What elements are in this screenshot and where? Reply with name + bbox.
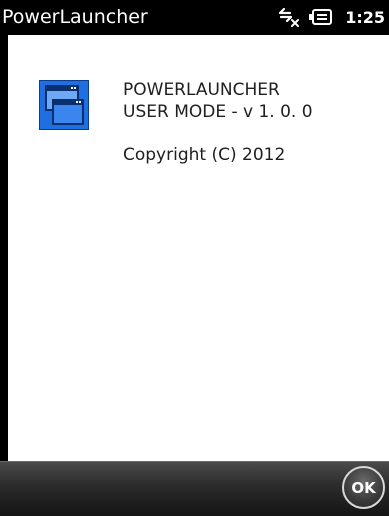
about-text: POWERLAUNCHER USER MODE - v 1. 0. 0 Copy…	[123, 79, 313, 166]
status-icons: 1:25	[277, 6, 385, 28]
clock: 1:25	[345, 7, 385, 27]
copyright-label: Copyright (C) 2012	[123, 145, 286, 165]
app-windows-icon	[39, 80, 89, 130]
softkey-bar: OK	[0, 461, 389, 516]
ok-button[interactable]: OK	[342, 466, 385, 509]
battery-icon	[309, 8, 333, 26]
version-label: USER MODE - v 1. 0. 0	[123, 102, 313, 122]
app-name: POWERLAUNCHER	[123, 80, 280, 100]
device-screen: PowerLauncher 1:25 POWERLAUNCHER USER MO…	[0, 0, 389, 516]
about-panel: POWERLAUNCHER USER MODE - v 1. 0. 0 Copy…	[8, 35, 389, 461]
usb-disconnected-icon	[277, 6, 301, 28]
status-bar: PowerLauncher 1:25	[0, 0, 389, 35]
app-title: PowerLauncher	[2, 6, 148, 28]
